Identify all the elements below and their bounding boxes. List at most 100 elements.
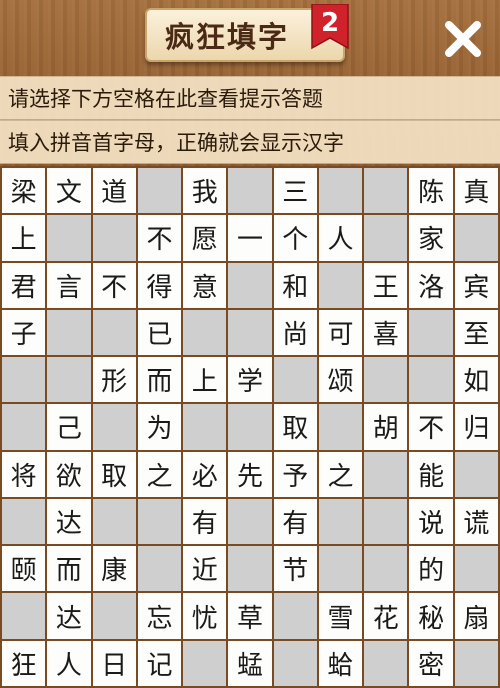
letter-cell[interactable]: 尚 (273, 309, 317, 356)
blank-cell[interactable] (318, 546, 363, 592)
letter-cell[interactable]: 个 (273, 215, 317, 261)
letter-cell[interactable]: 能 (409, 451, 453, 497)
blank-cell[interactable] (409, 357, 453, 403)
letter-cell[interactable]: 之 (137, 451, 182, 497)
blank-cell[interactable] (409, 309, 453, 356)
letter-cell[interactable]: 有 (183, 498, 227, 545)
letter-cell[interactable]: 有 (273, 498, 317, 545)
blank-cell[interactable] (364, 546, 408, 592)
letter-cell[interactable]: 已 (137, 309, 182, 356)
letter-cell[interactable]: 忧 (183, 593, 227, 639)
blank-cell[interactable] (318, 262, 363, 308)
letter-cell[interactable]: 必 (183, 451, 227, 497)
blank-cell[interactable] (273, 357, 317, 403)
close-button[interactable] (440, 16, 486, 62)
blank-cell[interactable] (137, 498, 182, 545)
blank-cell[interactable] (47, 215, 91, 261)
letter-cell[interactable]: 至 (454, 309, 498, 356)
blank-cell[interactable] (183, 404, 227, 450)
letter-cell[interactable]: 不 (92, 262, 136, 308)
letter-cell[interactable]: 为 (137, 404, 182, 450)
blank-cell[interactable] (137, 546, 182, 592)
letter-cell[interactable]: 雪 (318, 593, 363, 639)
letter-cell[interactable]: 得 (137, 262, 182, 308)
letter-cell[interactable]: 可 (318, 309, 363, 356)
letter-cell[interactable]: 家 (409, 215, 453, 261)
letter-cell[interactable]: 记 (137, 640, 182, 686)
letter-cell[interactable]: 人 (318, 215, 363, 261)
letter-cell[interactable]: 颐 (2, 546, 46, 592)
letter-cell[interactable]: 颂 (318, 357, 363, 403)
letter-cell[interactable]: 和 (273, 262, 317, 308)
blank-cell[interactable] (318, 168, 363, 214)
blank-cell[interactable] (2, 404, 46, 450)
blank-cell[interactable] (183, 309, 227, 356)
letter-cell[interactable]: 真 (454, 168, 498, 214)
letter-cell[interactable]: 陈 (409, 168, 453, 214)
blank-cell[interactable] (454, 215, 498, 261)
letter-cell[interactable]: 梁 (2, 168, 46, 214)
letter-cell[interactable]: 归 (454, 404, 498, 450)
blank-cell[interactable] (2, 357, 46, 403)
blank-cell[interactable] (92, 404, 136, 450)
letter-cell[interactable]: 狂 (2, 640, 46, 686)
letter-cell[interactable]: 道 (92, 168, 136, 214)
blank-cell[interactable] (228, 498, 272, 545)
letter-cell[interactable]: 三 (273, 168, 317, 214)
blank-cell[interactable] (364, 357, 408, 403)
letter-cell[interactable]: 花 (364, 593, 408, 639)
blank-cell[interactable] (364, 640, 408, 686)
letter-cell[interactable]: 不 (137, 215, 182, 261)
blank-cell[interactable] (364, 451, 408, 497)
blank-cell[interactable] (47, 357, 91, 403)
letter-cell[interactable]: 一 (228, 215, 272, 261)
letter-cell[interactable]: 而 (47, 546, 91, 592)
blank-cell[interactable] (454, 640, 498, 686)
letter-cell[interactable]: 谎 (454, 498, 498, 545)
letter-cell[interactable]: 将 (2, 451, 46, 497)
letter-cell[interactable]: 上 (183, 357, 227, 403)
blank-cell[interactable] (228, 404, 272, 450)
blank-cell[interactable] (364, 498, 408, 545)
letter-cell[interactable]: 密 (409, 640, 453, 686)
letter-cell[interactable]: 节 (273, 546, 317, 592)
letter-cell[interactable]: 先 (228, 451, 272, 497)
letter-cell[interactable]: 愿 (183, 215, 227, 261)
blank-cell[interactable] (2, 593, 46, 639)
letter-cell[interactable]: 取 (273, 404, 317, 450)
letter-cell[interactable]: 的 (409, 546, 453, 592)
blank-cell[interactable] (92, 498, 136, 545)
blank-cell[interactable] (454, 451, 498, 497)
letter-cell[interactable]: 日 (92, 640, 136, 686)
letter-cell[interactable]: 学 (228, 357, 272, 403)
blank-cell[interactable] (92, 309, 136, 356)
blank-cell[interactable] (364, 168, 408, 214)
blank-cell[interactable] (2, 498, 46, 545)
letter-cell[interactable]: 蛤 (318, 640, 363, 686)
letter-cell[interactable]: 己 (47, 404, 91, 450)
letter-cell[interactable]: 文 (47, 168, 91, 214)
blank-cell[interactable] (183, 640, 227, 686)
letter-cell[interactable]: 王 (364, 262, 408, 308)
letter-cell[interactable]: 意 (183, 262, 227, 308)
blank-cell[interactable] (228, 309, 272, 356)
letter-cell[interactable]: 不 (409, 404, 453, 450)
letter-cell[interactable]: 我 (183, 168, 227, 214)
blank-cell[interactable] (364, 215, 408, 261)
blank-cell[interactable] (47, 309, 91, 356)
letter-cell[interactable]: 而 (137, 357, 182, 403)
letter-cell[interactable]: 康 (92, 546, 136, 592)
letter-cell[interactable]: 如 (454, 357, 498, 403)
blank-cell[interactable] (273, 640, 317, 686)
blank-cell[interactable] (228, 546, 272, 592)
letter-cell[interactable]: 秘 (409, 593, 453, 639)
letter-cell[interactable]: 胡 (364, 404, 408, 450)
letter-cell[interactable]: 蜢 (228, 640, 272, 686)
blank-cell[interactable] (273, 593, 317, 639)
letter-cell[interactable]: 扇 (454, 593, 498, 639)
letter-cell[interactable]: 忘 (137, 593, 182, 639)
letter-cell[interactable]: 欲 (47, 451, 91, 497)
blank-cell[interactable] (92, 215, 136, 261)
letter-cell[interactable]: 言 (47, 262, 91, 308)
letter-cell[interactable]: 人 (47, 640, 91, 686)
